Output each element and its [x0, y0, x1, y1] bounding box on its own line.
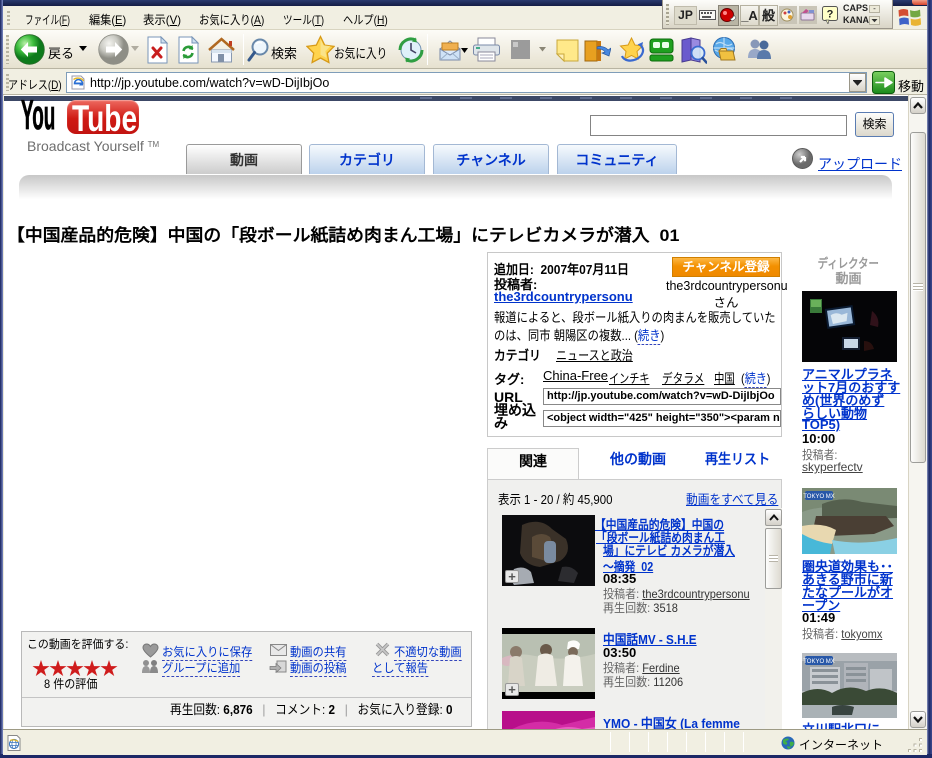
svg-text:TOKYO MX: TOKYO MX	[803, 659, 835, 665]
svg-text:TOKYO MX: TOKYO MX	[803, 494, 835, 500]
svg-text:?: ?	[827, 9, 834, 21]
